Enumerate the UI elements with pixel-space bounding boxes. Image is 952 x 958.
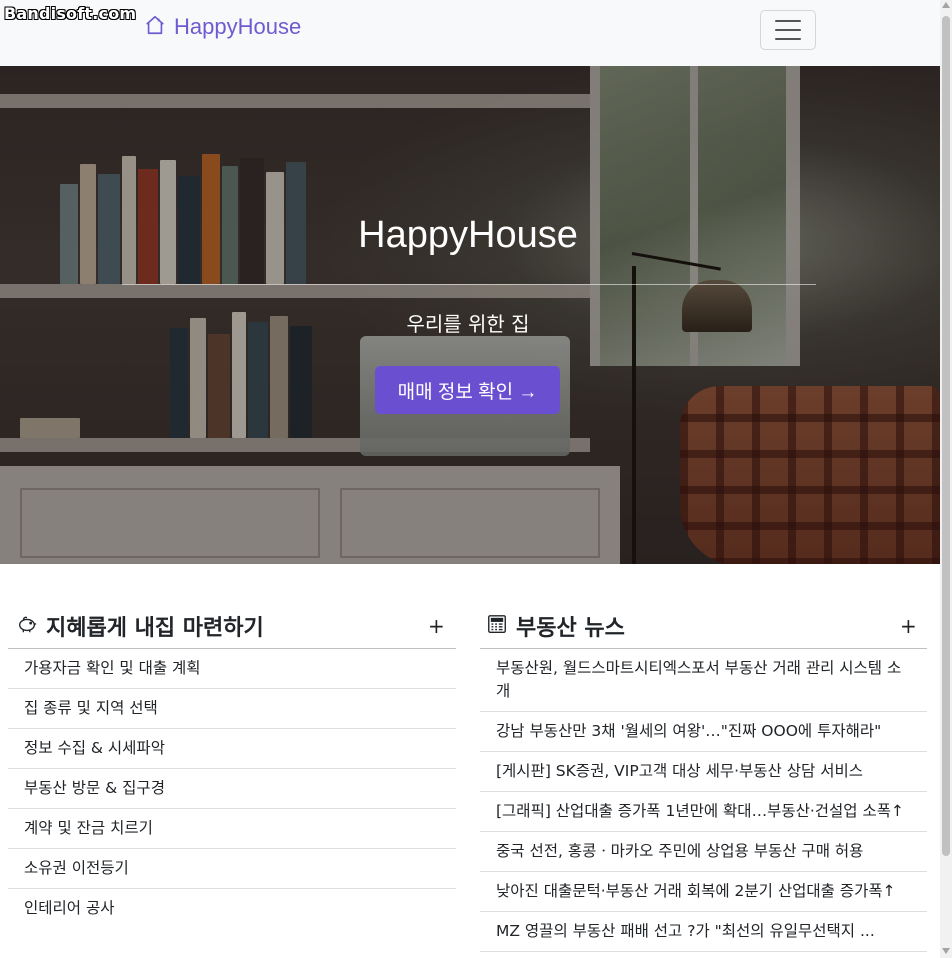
piggy-bank-icon — [16, 613, 38, 639]
news-list: 부동산원, 월드스마트시티엑스포서 부동산 거래 관리 시스템 소개 강남 부동… — [480, 649, 927, 952]
navbar: HappyHouse — [0, 0, 940, 66]
list-item[interactable]: 가용자금 확인 및 대출 계획 — [8, 649, 456, 689]
scrollbar-thumb[interactable] — [942, 16, 950, 856]
scroll-down-arrow-icon[interactable] — [942, 948, 950, 954]
hamburger-line — [775, 38, 801, 40]
house-icon — [144, 14, 166, 40]
hero-subtitle: 우리를 위한 집 — [406, 312, 530, 336]
news-expand-toggle[interactable]: + — [900, 614, 917, 638]
list-item[interactable]: 계약 및 잔금 치르기 — [8, 809, 456, 849]
hamburger-menu-icon — [775, 20, 801, 22]
hero-title: HappyHouse — [358, 214, 578, 256]
hero-banner: HappyHouse 우리를 위한 집 매매 정보 확인 → — [0, 66, 940, 564]
brand-text: HappyHouse — [174, 14, 302, 39]
news-item[interactable]: 중국 선전, 홍콩ㆍ마카오 주민에 상업용 부동산 구매 허용 — [480, 832, 927, 872]
guide-list: 가용자금 확인 및 대출 계획 집 종류 및 지역 선택 정보 수집 & 시세파… — [8, 649, 456, 928]
news-item[interactable]: 부동산원, 월드스마트시티엑스포서 부동산 거래 관리 시스템 소개 — [480, 649, 927, 712]
scroll-up-arrow-icon[interactable] — [942, 2, 950, 8]
news-item[interactable]: 낮아진 대출문턱·부동산 거래 회복에 2분기 산업대출 증가폭↑ — [480, 872, 927, 912]
watermark: Bandisoft.com — [4, 4, 137, 23]
guide-expand-toggle[interactable]: + — [428, 614, 445, 638]
list-item[interactable]: 부동산 방문 & 집구경 — [8, 769, 456, 809]
navbar-toggler-button[interactable] — [760, 10, 816, 50]
hero-content: HappyHouse 우리를 위한 집 매매 정보 확인 → — [0, 66, 940, 564]
news-item[interactable]: 강남 부동산만 3채 '월세의 여왕'…"진짜 OOO에 투자해라" — [480, 712, 927, 752]
guide-section-title: 지혜롭게 내집 마련하기 — [46, 616, 264, 641]
hero-divider — [122, 284, 816, 285]
calculator-icon — [486, 613, 508, 639]
list-item[interactable]: 소유권 이전등기 — [8, 849, 456, 889]
list-item[interactable]: 정보 수집 & 시세파악 — [8, 729, 456, 769]
news-item[interactable]: MZ 영끌의 부동산 패배 선고 ?가 "최선의 유일무선택지 ... — [480, 912, 927, 952]
news-section-title: 부동산 뉴스 — [516, 616, 625, 641]
news-item[interactable]: [그래픽] 산업대출 증가폭 1년만에 확대…부동산·건설업 소폭↑ — [480, 792, 927, 832]
list-item[interactable]: 집 종류 및 지역 선택 — [8, 689, 456, 729]
news-item[interactable]: [게시판] SK증권, VIP고객 대상 세무·부동산 상담 서비스 — [480, 752, 927, 792]
page-scrollbar[interactable] — [940, 0, 952, 958]
view-sales-info-button[interactable]: 매매 정보 확인 → — [375, 366, 560, 414]
hamburger-line — [775, 29, 801, 31]
list-item[interactable]: 인테리어 공사 — [8, 889, 456, 928]
guide-section-header: 지혜롭게 내집 마련하기 + — [16, 604, 456, 648]
news-section-header: 부동산 뉴스 + — [486, 604, 926, 648]
brand-link[interactable]: HappyHouse — [144, 14, 301, 40]
